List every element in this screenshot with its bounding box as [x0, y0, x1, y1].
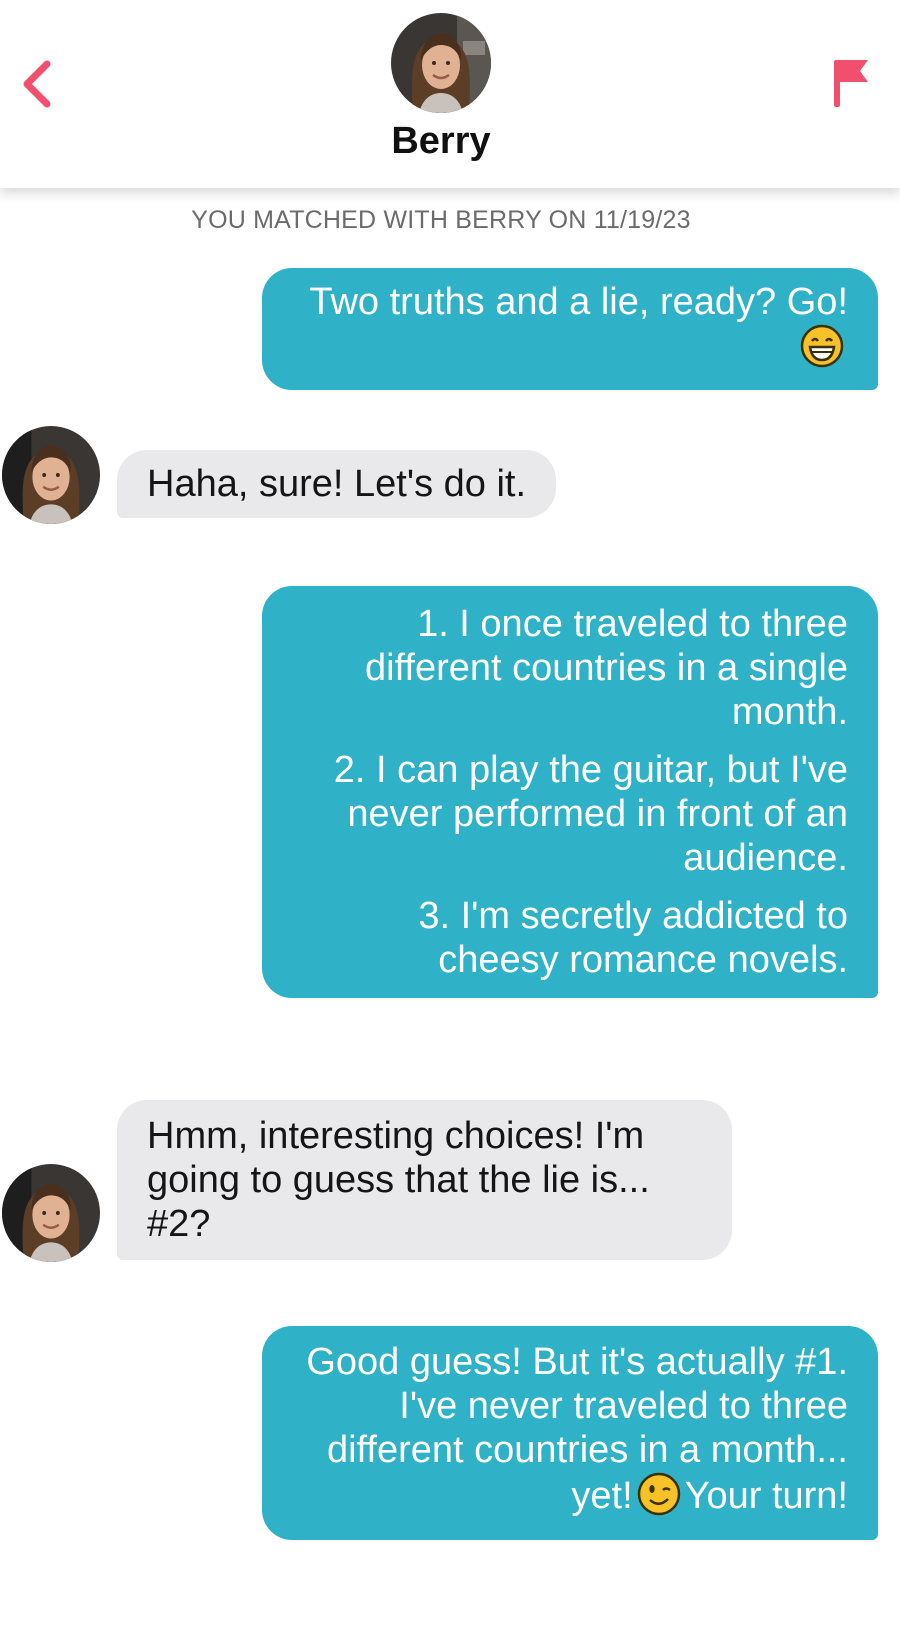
- message-text: 1. I once traveled to three different co…: [364, 603, 848, 733]
- message-bubble-sent: Good guess! But it's actually #1. I've n…: [262, 1326, 878, 1540]
- chevron-left-icon: [23, 60, 51, 108]
- message-text: Hmm, interesting choices! I'm going to g…: [147, 1115, 650, 1245]
- chat-header: Berry: [0, 0, 900, 188]
- message-text: Haha, sure! Let's do it.: [147, 463, 527, 505]
- message-text: 3. I'm secretly addicted to cheesy roman…: [418, 895, 848, 981]
- message-bubble-received: Hmm, interesting choices! I'm going to g…: [117, 1100, 732, 1260]
- grinning-face-icon: [800, 324, 844, 378]
- contact-avatar[interactable]: [391, 13, 491, 113]
- message-text: 2. I can play the guitar, but I've never…: [333, 749, 848, 879]
- message-bubble-received: Haha, sure! Let's do it.: [117, 450, 557, 518]
- message-bubble-sent: Two truths and a lie, ready? Go!: [262, 268, 878, 390]
- contact-avatar-small[interactable]: [2, 426, 100, 524]
- message-bubble-sent: 1. I once traveled to three different co…: [262, 586, 878, 998]
- message-text: Two truths and a lie, ready? Go!: [298, 280, 848, 378]
- winking-face-icon: [637, 1472, 681, 1526]
- back-button[interactable]: [14, 56, 58, 112]
- match-notice: YOU MATCHED WITH BERRY ON 11/19/23: [191, 206, 691, 234]
- flag-icon: [834, 60, 868, 107]
- contact-avatar-small[interactable]: [2, 1164, 100, 1262]
- message-text: Good guess! But it's actually #1. I've n…: [298, 1340, 848, 1526]
- report-button[interactable]: [828, 54, 876, 112]
- contact-name: Berry: [391, 120, 491, 162]
